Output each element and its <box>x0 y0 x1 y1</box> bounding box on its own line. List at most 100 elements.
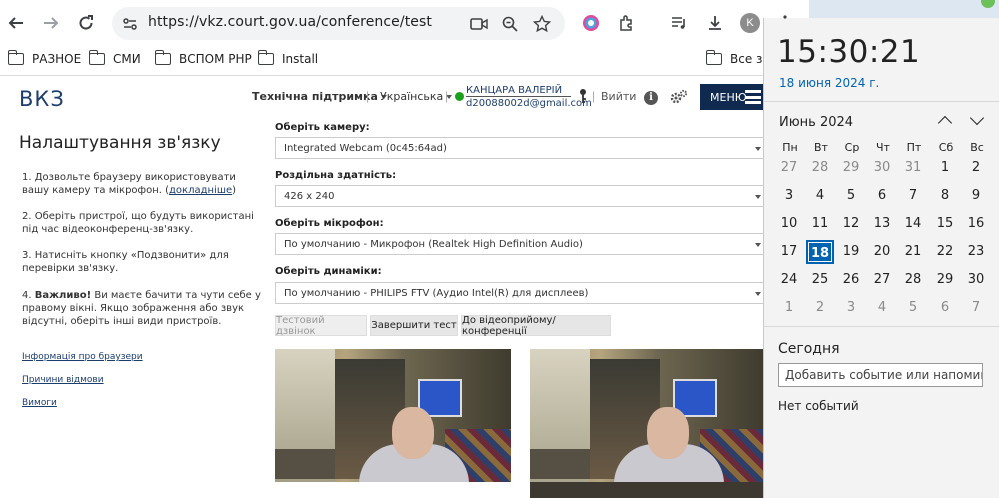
user-email: d20088002d@gmail.com <box>466 98 592 109</box>
calendar-day[interactable]: 31 <box>899 156 927 180</box>
settings-gears-icon[interactable] <box>670 89 688 110</box>
language-dropdown[interactable]: Українська <box>380 90 453 103</box>
calendar-day-today[interactable]: 18 <box>806 240 834 264</box>
page-title: Налаштування зв'язку <box>19 133 221 153</box>
logout-link[interactable]: Вийти <box>601 90 636 103</box>
calendar-day[interactable]: 13 <box>868 212 896 236</box>
remote-video-preview <box>530 349 763 498</box>
calendar-day[interactable]: 30 <box>962 268 990 292</box>
site-settings-icon[interactable] <box>119 13 141 35</box>
calendar-day[interactable]: 1 <box>775 296 803 320</box>
details-link[interactable]: докладніше <box>169 185 232 196</box>
calendar-day[interactable]: 11 <box>806 212 834 236</box>
calendar-day[interactable]: 25 <box>806 268 834 292</box>
browser-info-link[interactable]: Інформація про браузери <box>22 352 143 362</box>
calendar-day[interactable]: 1 <box>931 156 959 180</box>
calendar-day[interactable]: 28 <box>899 268 927 292</box>
weekday-label: Ср <box>844 141 860 154</box>
divider: | <box>445 89 449 103</box>
downloads-icon[interactable] <box>704 12 726 34</box>
more-menu-icon[interactable] <box>778 12 792 34</box>
calendar-day[interactable]: 30 <box>868 156 896 180</box>
calendar-day[interactable]: 10 <box>775 212 803 236</box>
bookmark-label: ВСПОМ PHP <box>179 52 252 66</box>
calendar-day[interactable]: 15 <box>931 212 959 236</box>
camera-in-use-icon[interactable] <box>468 13 490 35</box>
calendar-day[interactable]: 5 <box>837 184 865 208</box>
calendar-day[interactable]: 21 <box>899 240 927 264</box>
local-video-preview <box>275 349 511 482</box>
end-test-button[interactable]: Завершити тест <box>370 315 458 336</box>
calendar-day[interactable]: 14 <box>899 212 927 236</box>
reload-icon[interactable] <box>75 12 97 34</box>
calendar-day[interactable]: 19 <box>837 240 865 264</box>
bookmark-folder-smi[interactable]: СМИ <box>88 50 141 66</box>
go-to-conference-button[interactable]: До відеоприйому/конференції <box>461 315 611 337</box>
calendar-day[interactable]: 2 <box>806 296 834 320</box>
info-icon[interactable]: i <box>644 91 658 105</box>
month-header[interactable]: Июнь 2024 <box>779 115 853 130</box>
speakers-select[interactable]: По умолчанию - PHILIPS FTV (Аудио Intel(… <box>275 282 764 304</box>
calendar-day[interactable]: 17 <box>775 240 803 264</box>
divider <box>763 326 999 327</box>
microphone-select[interactable]: По умолчанию - Микрофон (Realtek High De… <box>275 233 764 255</box>
clock-date[interactable]: 18 июня 2024 г. <box>779 76 879 90</box>
media-controls-icon[interactable] <box>668 12 690 34</box>
next-month-icon[interactable] <box>970 114 984 128</box>
calendar-day[interactable]: 28 <box>806 156 834 180</box>
forward-icon[interactable] <box>40 12 62 34</box>
bookmark-folder-raznoe[interactable]: РАЗНОЕ <box>7 50 82 66</box>
bookmark-star-icon[interactable] <box>531 13 553 35</box>
calendar-day[interactable]: 29 <box>837 156 865 180</box>
calendar-day[interactable]: 4 <box>806 184 834 208</box>
calendar-day[interactable]: 2 <box>962 156 990 180</box>
calendar-day[interactable]: 23 <box>962 240 990 264</box>
calendar-day[interactable]: 7 <box>899 184 927 208</box>
calendar-day[interactable]: 5 <box>899 296 927 320</box>
calendar-day[interactable]: 12 <box>837 212 865 236</box>
calendar-day[interactable]: 8 <box>931 184 959 208</box>
calendar-day[interactable]: 27 <box>868 268 896 292</box>
bookmark-folder-vspom-php[interactable]: ВСПОМ PHP <box>154 50 252 66</box>
calendar-day[interactable]: 27 <box>775 156 803 180</box>
language-label: Українська <box>380 90 444 103</box>
zoom-icon[interactable] <box>499 13 521 35</box>
calendar-day[interactable]: 3 <box>837 296 865 320</box>
profile-avatar[interactable]: K <box>740 13 760 33</box>
bookmark-label: РАЗНОЕ <box>32 52 82 66</box>
user-name[interactable]: КАНЦАРА ВАЛЕРІЙ <box>466 85 571 97</box>
important-label: Важливо! <box>34 290 92 301</box>
calendar-day[interactable]: 7 <box>962 296 990 320</box>
calendar-day[interactable]: 16 <box>962 212 990 236</box>
calendar-day[interactable]: 29 <box>931 268 959 292</box>
support-label: Технічна підтримка <box>252 90 378 103</box>
calendar-day[interactable]: 26 <box>837 268 865 292</box>
rejection-reasons-link[interactable]: Причини відмови <box>22 375 104 385</box>
test-call-button[interactable]: Тестовий дзвінок <box>275 315 367 337</box>
back-icon[interactable] <box>5 12 27 34</box>
folder-icon <box>7 50 24 65</box>
calendar-day[interactable]: 6 <box>868 184 896 208</box>
calendar-day[interactable]: 4 <box>868 296 896 320</box>
address-bar[interactable]: https://vkz.court.gov.ua/conference/test <box>112 7 565 40</box>
calendar-day[interactable]: 6 <box>931 296 959 320</box>
hamburger-icon <box>745 90 761 104</box>
weekday-label: Вс <box>970 141 984 154</box>
previous-month-icon[interactable] <box>938 114 952 128</box>
camera-select[interactable]: Integrated Webcam (0c45:64ad) <box>275 137 764 159</box>
menu-button[interactable]: МЕНЮ <box>700 84 764 110</box>
calendar-day[interactable]: 22 <box>931 240 959 264</box>
calendar-day[interactable]: 20 <box>868 240 896 264</box>
divider: | <box>592 89 596 103</box>
calendar-day[interactable]: 9 <box>962 184 990 208</box>
calendar-day[interactable]: 3 <box>775 184 803 208</box>
extensions-puzzle-icon[interactable] <box>616 12 638 34</box>
bookmark-folder-install[interactable]: Install <box>257 50 318 66</box>
resolution-select[interactable]: 426 x 240 <box>275 185 764 207</box>
select-value: 426 x 240 <box>284 191 335 202</box>
site-logo[interactable]: ВКЗ <box>19 87 65 111</box>
calendar-day[interactable]: 24 <box>775 268 803 292</box>
color-extension-icon[interactable] <box>580 12 602 34</box>
add-event-input[interactable]: Добавить событие или напоминание <box>778 363 983 387</box>
requirements-link[interactable]: Вимоги <box>22 398 57 408</box>
